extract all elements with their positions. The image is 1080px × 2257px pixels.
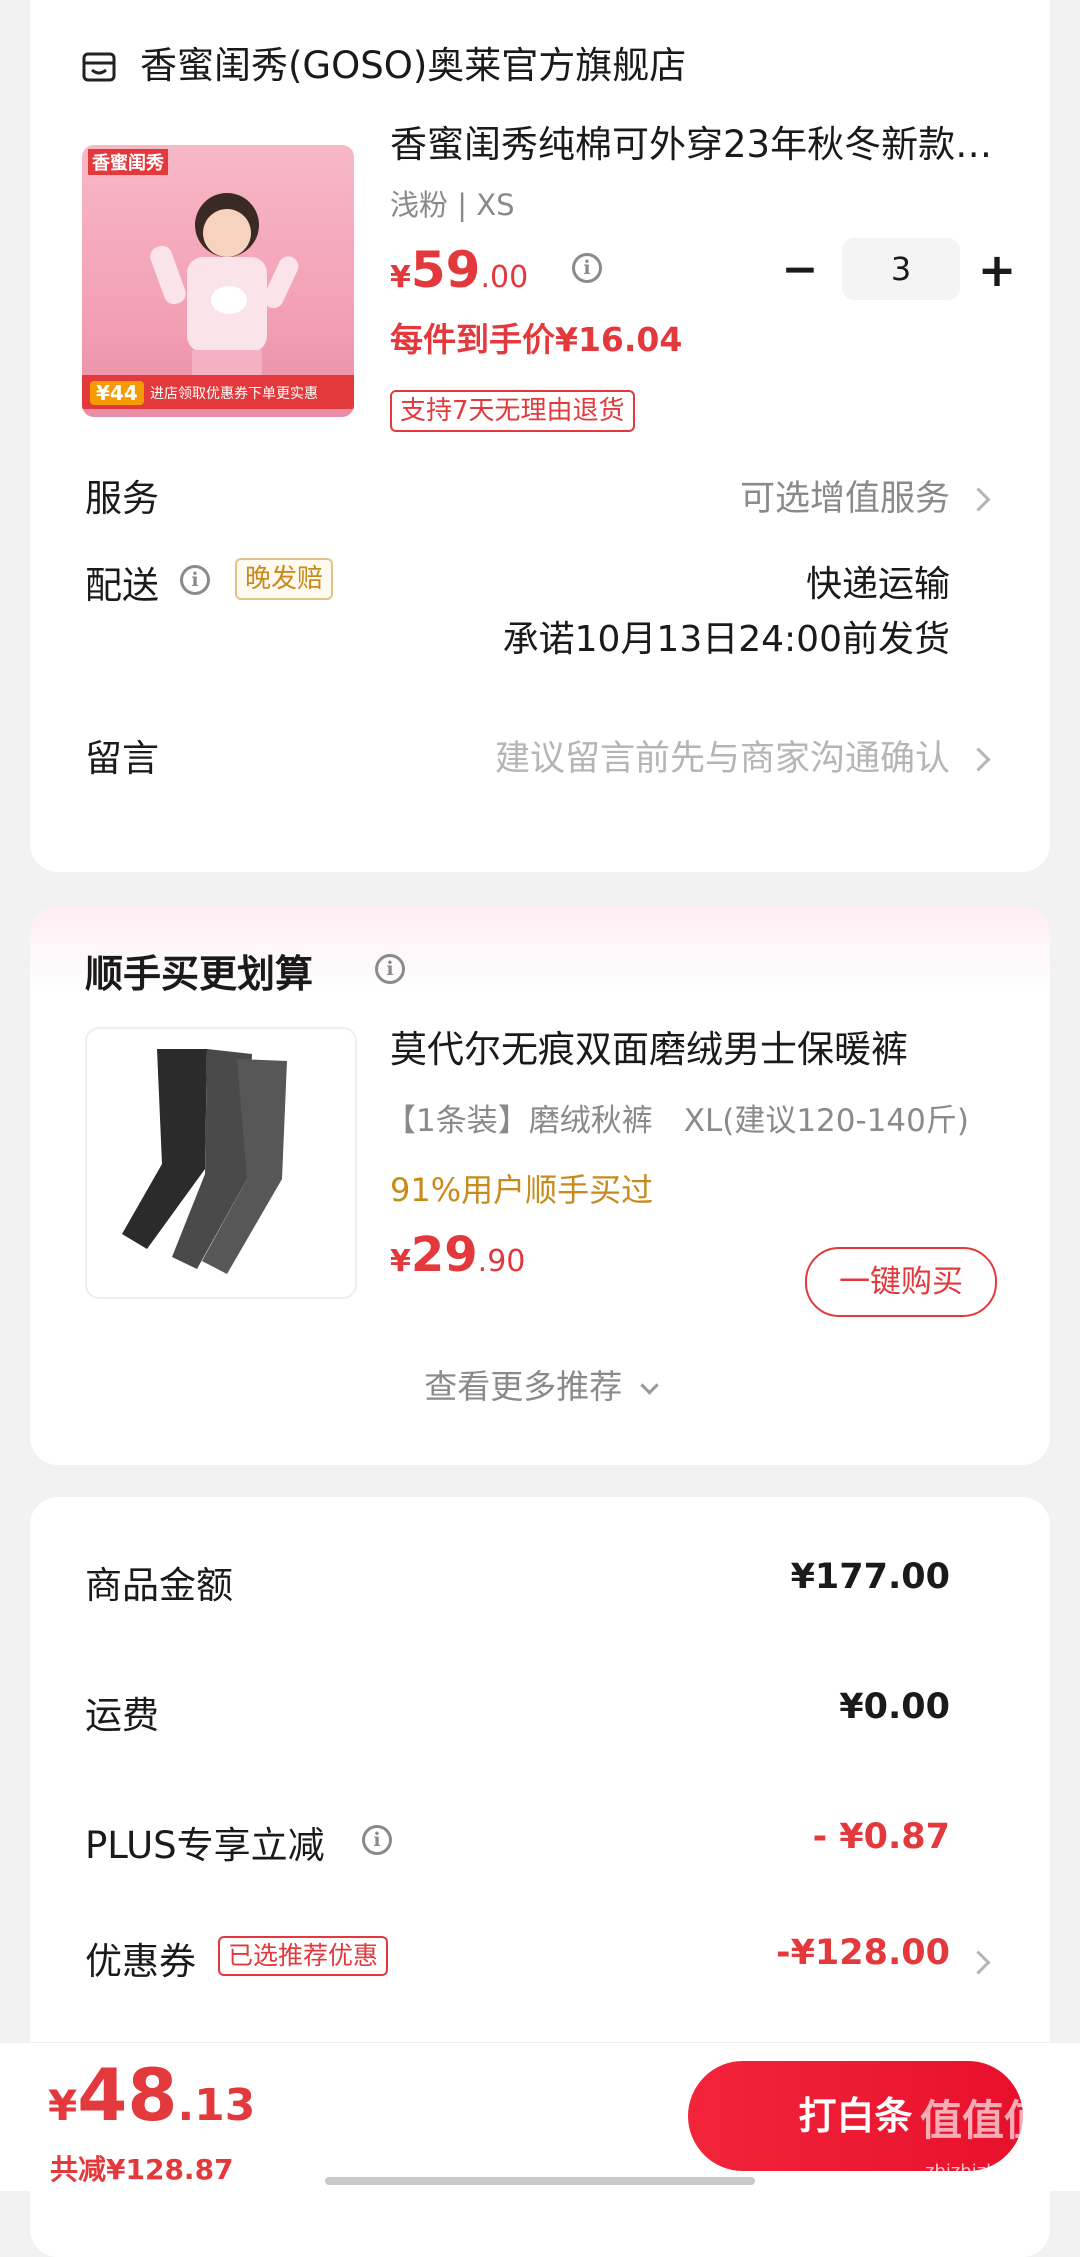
coupon-label: 优惠券: [85, 1940, 196, 1983]
quantity-minus-button[interactable]: −: [775, 240, 825, 300]
price-integer: 59: [410, 241, 481, 299]
shipping-label: 运费: [85, 1694, 159, 1737]
thumb-promo-text: 进店领取优惠券下单更实惠: [150, 386, 318, 402]
goods-amount-label: 商品金额: [85, 1564, 233, 1607]
home-indicator: [325, 2177, 755, 2185]
delivery-promise: 承诺10月13日24:00前发货: [502, 619, 950, 660]
service-label: 服务: [85, 477, 159, 520]
plus-info-icon[interactable]: i: [362, 1825, 392, 1855]
message-chevron-icon[interactable]: [966, 747, 991, 772]
delivery-label: 配送: [85, 564, 159, 607]
one-click-buy-button[interactable]: 一键购买: [805, 1247, 997, 1317]
service-value[interactable]: 可选增值服务: [740, 470, 950, 521]
late-delivery-tag: 晚发赔: [235, 558, 334, 600]
goods-amount-value: ¥177.00: [790, 1557, 950, 1597]
price-symbol: ¥: [390, 260, 411, 295]
price-info-icon[interactable]: i: [572, 253, 602, 283]
delivery-info-icon[interactable]: i: [180, 565, 210, 595]
brand-logo: 香蜜闺秀: [88, 149, 168, 175]
pants-image: [122, 1049, 287, 1274]
recommend-title: 顺手买更划算: [85, 952, 314, 996]
plus-discount-value: - ¥0.87: [812, 1817, 950, 1857]
price-decimal: .00: [480, 260, 529, 295]
recommend-card: 顺手买更划算 i 莫代尔无痕双面磨绒男士保暖裤 【1条装】磨绒秋裤 XL(建议1…: [30, 905, 1050, 1465]
order-card: 香蜜闺秀(GOSO)奥莱官方旗舰店 香蜜闺秀 ¥44 进店领取优惠券下单更实惠 …: [30, 0, 1050, 872]
recommend-price-integer: 29: [410, 1227, 478, 1283]
recommend-info-icon[interactable]: i: [375, 954, 405, 984]
service-chevron-icon[interactable]: [966, 487, 991, 512]
total-saved[interactable]: 共减¥128.87: [50, 2148, 234, 2188]
more-recommendations-label: 查看更多推荐: [424, 1367, 623, 1406]
chevron-down-icon: [640, 1376, 659, 1395]
recommend-price-symbol: ¥: [390, 1244, 411, 1279]
recommend-product-title[interactable]: 莫代尔无痕双面磨绒男士保暖裤: [390, 1025, 908, 1075]
thumb-price-badge: ¥44: [90, 381, 144, 405]
recommend-price: ¥29.90: [390, 1225, 525, 1296]
plus-discount-label: PLUS专享立减: [85, 1824, 325, 1867]
total-price-integer: 48: [77, 2053, 178, 2137]
watermark-logo: 值值值: [920, 2096, 1047, 2145]
bottom-bar: ¥48.13 共减¥128.87 打白条 值值值 zhizhizhi.com: [0, 2042, 1080, 2191]
product-thumbnail[interactable]: 香蜜闺秀 ¥44 进店领取优惠券下单更实惠: [82, 145, 354, 417]
watermark-url: zhizhizhi.com: [925, 2161, 1047, 2182]
return-policy-tag: 支持7天无理由退货: [390, 390, 635, 432]
delivery-method[interactable]: 快递运输: [806, 555, 950, 607]
product-price: ¥59.00: [390, 240, 528, 312]
quantity-input[interactable]: 3: [842, 238, 960, 300]
coupon-chevron-icon[interactable]: [966, 1950, 991, 1975]
recommend-price-decimal: .90: [477, 1244, 526, 1279]
product-title[interactable]: 香蜜闺秀纯棉可外穿23年秋冬新款女童家居服套装: [390, 120, 1010, 170]
quantity-plus-button[interactable]: +: [972, 240, 1022, 300]
message-input[interactable]: 建议留言前先与商家沟通确认: [495, 730, 950, 781]
recommend-spec[interactable]: 【1条装】磨绒秋裤 XL(建议120-140斤): [385, 1095, 969, 1140]
product-photo: [150, 193, 299, 385]
store-icon: [82, 50, 116, 84]
total-price: ¥48.13: [48, 2053, 255, 2157]
store-name[interactable]: 香蜜闺秀(GOSO)奥莱官方旗舰店: [140, 42, 686, 90]
recommend-thumbnail[interactable]: [85, 1027, 357, 1299]
total-price-decimal: .13: [177, 2080, 256, 2131]
product-spec[interactable]: 浅粉 | XS: [390, 182, 514, 224]
more-recommendations-link[interactable]: 查看更多推荐: [30, 1360, 1050, 1408]
coupon-tag: 已选推荐优惠: [218, 1936, 389, 1976]
recommend-social-proof: 91%用户顺手买过: [390, 1171, 654, 1209]
shipping-value: ¥0.00: [839, 1687, 950, 1727]
unit-price: 每件到手价¥16.04: [390, 320, 683, 359]
coupon-value[interactable]: -¥128.00: [776, 1933, 950, 1973]
total-price-symbol: ¥: [48, 2081, 78, 2130]
message-label: 留言: [85, 737, 159, 780]
